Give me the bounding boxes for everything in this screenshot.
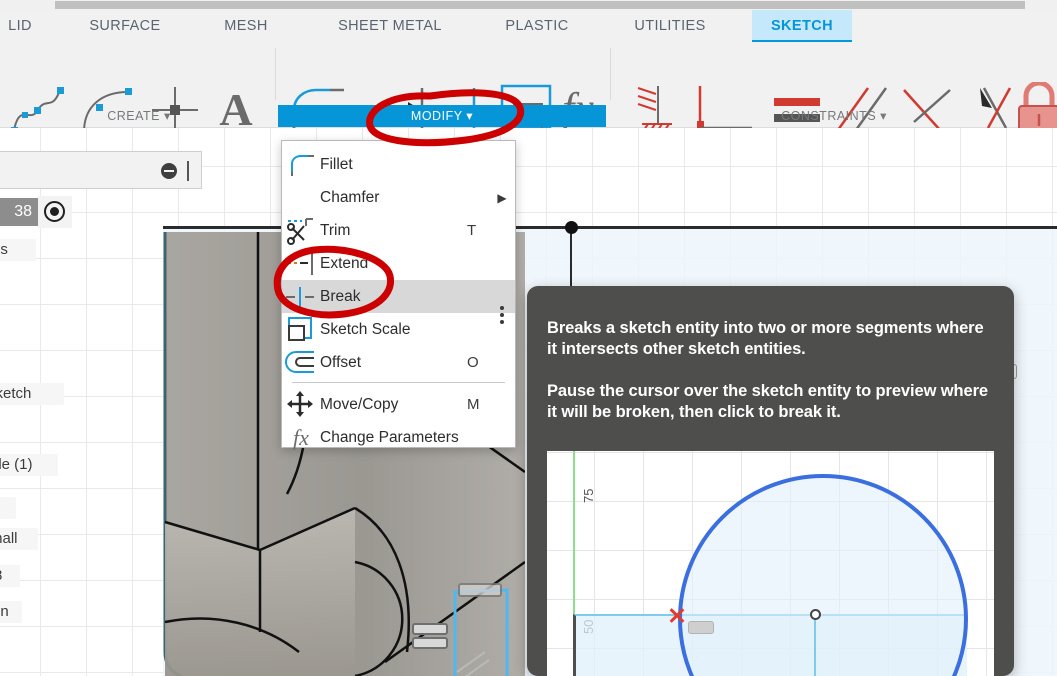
sketch-plane-vertical-edge [570, 228, 572, 288]
fx-icon: fx [293, 425, 309, 450]
menu-item-break[interactable]: Break [282, 280, 515, 324]
menu-item-label: Break [320, 287, 361, 305]
sketch-origin-point[interactable] [565, 221, 578, 234]
menu-item-move-copy[interactable]: Move/Copy M [282, 388, 515, 421]
menu-item-shortcut: O [467, 354, 479, 371]
version-badge: 38 [0, 198, 38, 226]
preview-constraint-badge [688, 621, 714, 634]
menu-item-extend[interactable]: Extend [282, 247, 515, 280]
offset-icon [282, 346, 320, 379]
preview-tick-label: 75 [581, 488, 596, 503]
panel-label-create-text: CREATE [107, 109, 160, 123]
panel-label-constraints-text: CONSTRAINTS [781, 109, 877, 123]
preview-radius-line [814, 619, 816, 676]
menu-item-shortcut: M [467, 396, 480, 413]
clear-search-icon[interactable] [161, 163, 177, 179]
preview-intersection-x-marker [668, 606, 686, 624]
menu-item-label: Change Parameters [320, 428, 459, 446]
ribbon-toolbar: A fx [0, 42, 1057, 136]
menu-item-label: Move/Copy [320, 395, 399, 413]
fillet-icon [282, 148, 320, 181]
extend-icon [282, 247, 320, 280]
chevron-down-icon[interactable]: ▾ [880, 109, 887, 123]
menu-item-label: Offset [320, 353, 362, 371]
move-copy-icon [282, 388, 320, 421]
browser-item-fragment[interactable]: on [0, 601, 22, 623]
menu-item-shortcut: T [467, 222, 477, 239]
ribbon-tab-bar: LID SURFACE MESH SHEET METAL PLASTIC UTI… [0, 10, 1057, 44]
tab-surface[interactable]: SURFACE [65, 10, 185, 42]
break-icon [282, 280, 320, 313]
panel-label-create[interactable]: CREATE ▾ [6, 105, 272, 127]
menu-item-label: Trim [320, 221, 351, 239]
menu-item-sketch-scale[interactable]: Sketch Scale [282, 313, 515, 346]
browser-item-fragment[interactable]: e [0, 497, 16, 519]
menu-item-chamfer[interactable]: Chamfer ▶ [282, 181, 515, 214]
browser-search-field[interactable] [0, 151, 202, 189]
submenu-arrow-icon[interactable]: ▶ [489, 191, 515, 205]
menu-divider [292, 382, 505, 383]
panel-label-modify[interactable]: MODIFY ▾ [278, 105, 606, 127]
eye-pupil [50, 207, 59, 216]
panel-label-constraints[interactable]: CONSTRAINTS ▾ [614, 105, 1054, 127]
tooltip-paragraph-2: Pause the cursor over the sketch entity … [547, 382, 988, 421]
preview-circle-center-point [810, 609, 821, 620]
horizontal-scrollbar[interactable] [0, 0, 1057, 10]
menu-item-label: Fillet [320, 155, 353, 173]
chamfer-icon [282, 181, 320, 214]
text-caret [187, 161, 189, 181]
menu-item-label: Sketch Scale [320, 320, 411, 338]
menu-item-trim[interactable]: Trim T [282, 214, 515, 247]
break-command-tooltip: Breaks a sketch entity into two or more … [527, 286, 1014, 676]
trim-scissors-icon [282, 214, 320, 247]
modify-dropdown-menu[interactable]: Fillet Chamfer ▶ Trim T Extend Break Ske… [281, 140, 516, 450]
tooltip-paragraph-1: Breaks a sketch entity into two or more … [547, 319, 984, 358]
browser-item-fragment[interactable]: mall [0, 528, 38, 550]
browser-item-fragment[interactable]: sketch [0, 383, 64, 405]
chevron-down-icon[interactable]: ▾ [164, 109, 171, 123]
browser-item-fragment[interactable]: gs [0, 239, 36, 261]
menu-item-label: Extend [320, 254, 369, 272]
visibility-toggle-icon[interactable] [38, 196, 72, 228]
tooltip-preview-image: 75 50 [547, 451, 994, 676]
panel-divider-2 [610, 48, 611, 100]
browser-item-fragment[interactable]: 8 [0, 565, 20, 587]
tab-mesh[interactable]: MESH [198, 10, 294, 42]
browser-item-fragment[interactable]: ide (1) [0, 454, 58, 476]
menu-item-change-parameters[interactable]: fx Change Parameters [282, 421, 515, 454]
sketch-scale-icon [282, 313, 320, 346]
menu-item-label: Chamfer [320, 188, 380, 206]
chevron-down-icon[interactable]: ▾ [466, 109, 473, 123]
menu-item-offset[interactable]: Offset O [282, 346, 515, 379]
menu-item-fillet[interactable]: Fillet [282, 148, 515, 181]
tab-sheet-metal[interactable]: SHEET METAL [310, 10, 470, 42]
tab-plastic[interactable]: PLASTIC [482, 10, 592, 42]
tab-solid[interactable]: LID [0, 10, 50, 42]
scrollbar-thumb[interactable] [55, 1, 1025, 9]
tab-utilities[interactable]: UTILITIES [610, 10, 730, 42]
tab-sketch[interactable]: SKETCH [752, 10, 852, 44]
panel-divider-1 [275, 48, 276, 100]
panel-label-modify-text: MODIFY [410, 109, 463, 123]
